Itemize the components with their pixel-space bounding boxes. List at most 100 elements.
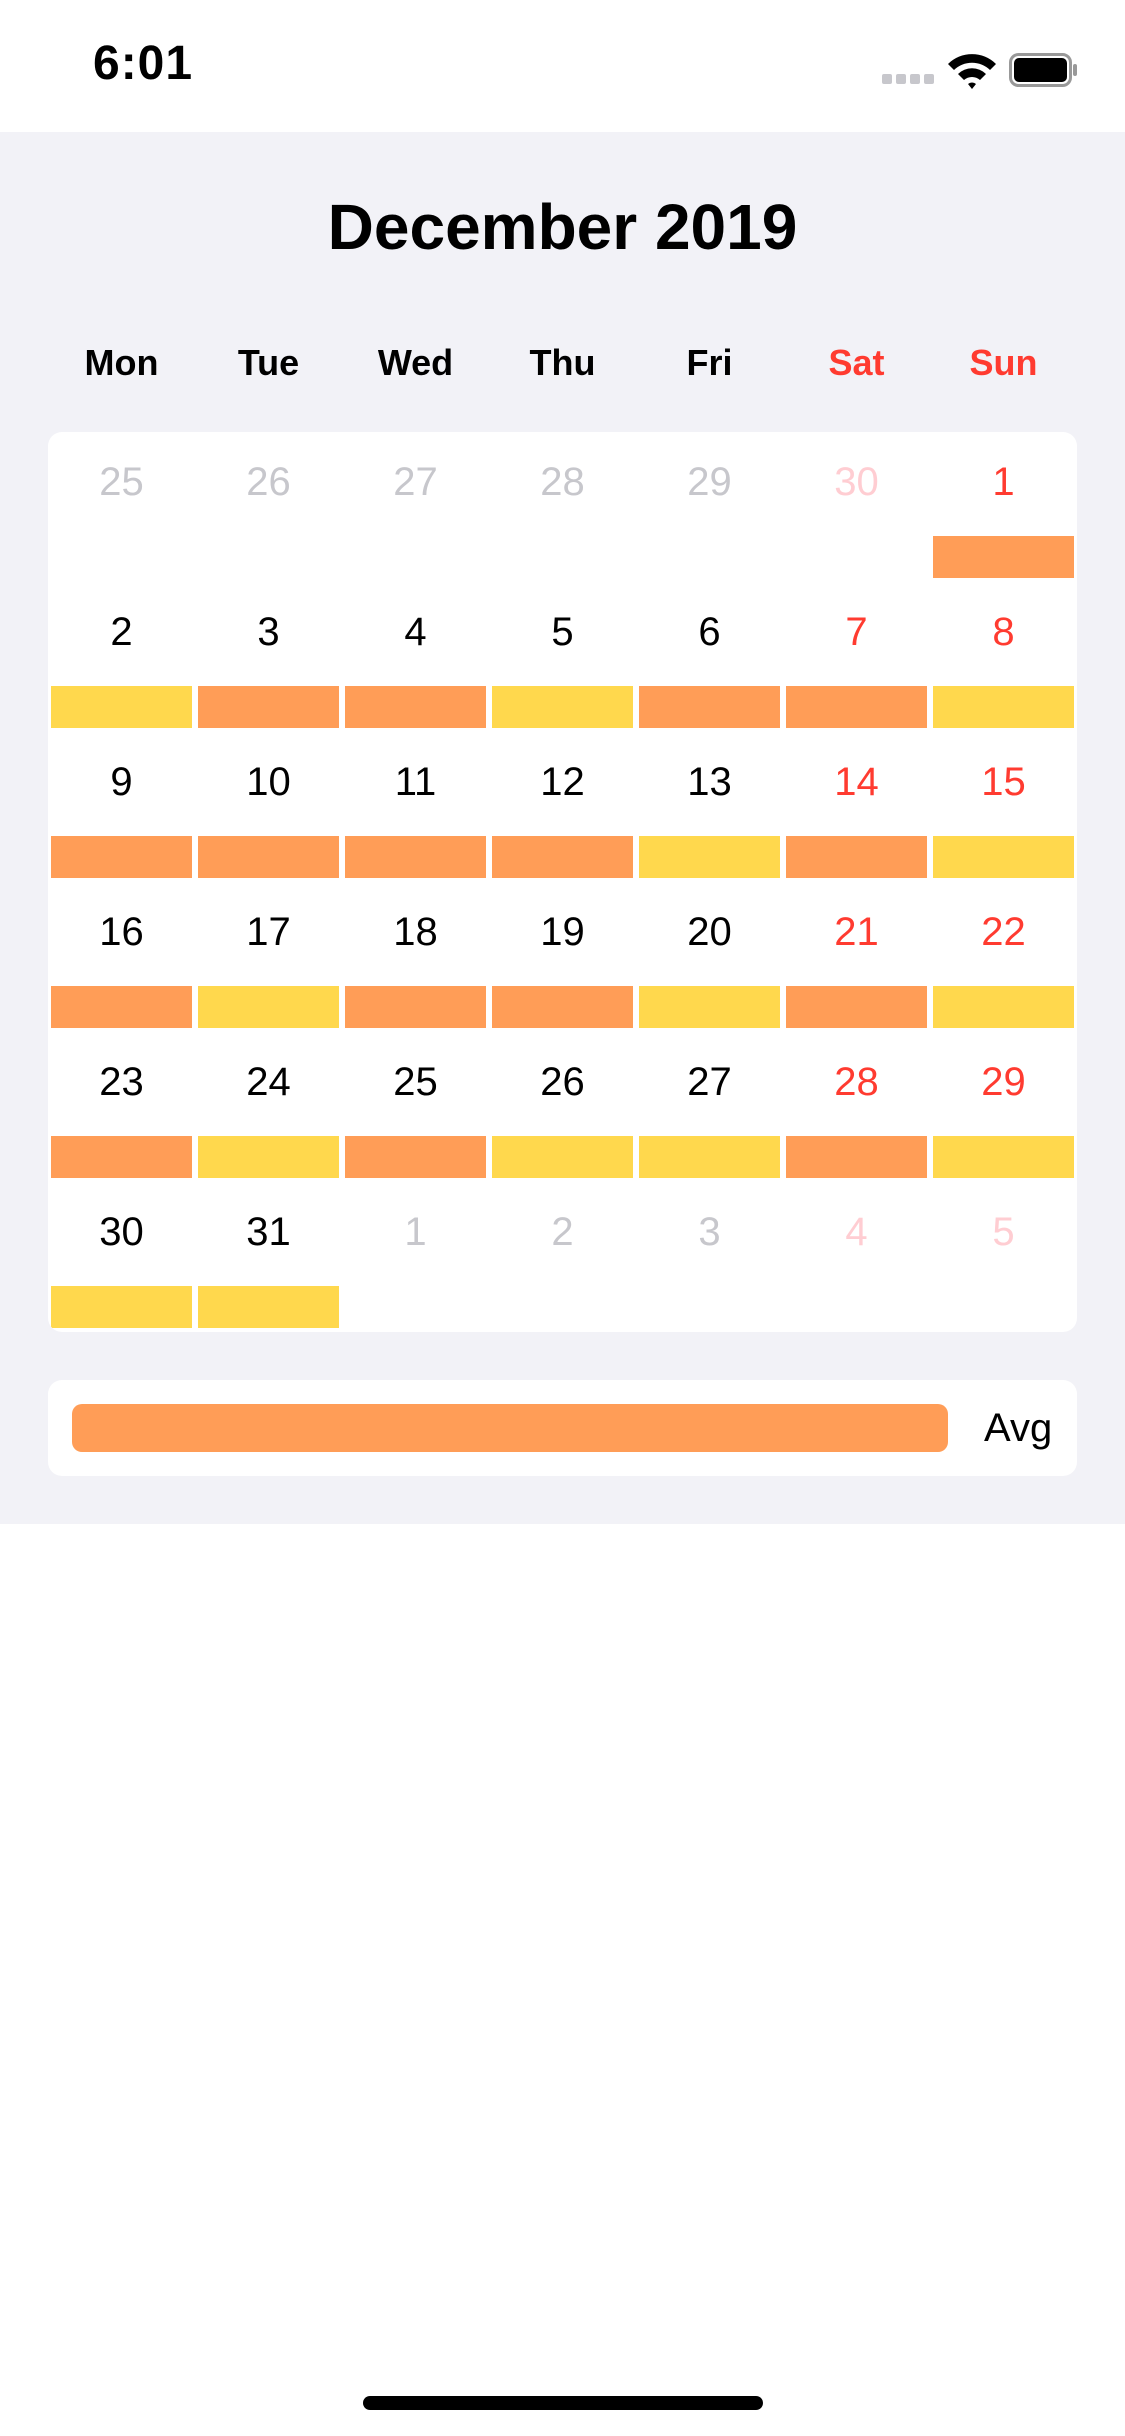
day-level-bar-high <box>345 986 486 1028</box>
day-level-bar-medium <box>933 1136 1074 1178</box>
average-label: Avg <box>984 1406 1053 1450</box>
day-number: 1 <box>404 1210 427 1254</box>
day-number: 13 <box>687 760 732 804</box>
day-cell[interactable]: 28 <box>783 1032 930 1182</box>
calendar-screen: December 2019 Mon Tue Wed Thu Fri Sat Sun 25 26… <box>0 132 1125 1524</box>
day-number: 29 <box>981 1060 1026 1104</box>
day-cell[interactable]: 4 <box>342 582 489 732</box>
day-cell[interactable]: 24 <box>195 1032 342 1182</box>
day-number: 1 <box>992 460 1015 504</box>
average-bar <box>72 1404 948 1452</box>
day-level-bar-high <box>639 686 780 728</box>
day-cell[interactable]: 14 <box>783 732 930 882</box>
day-cell[interactable]: 10 <box>195 732 342 882</box>
day-cell[interactable]: 29 <box>930 1032 1077 1182</box>
outside-month-day-cell: 3 <box>636 1182 783 1332</box>
day-cell[interactable]: 1 <box>930 432 1077 582</box>
day-level-bar-medium <box>933 986 1074 1028</box>
day-cell[interactable]: 15 <box>930 732 1077 882</box>
day-cell[interactable]: 12 <box>489 732 636 882</box>
day-number: 23 <box>99 1060 144 1104</box>
day-number: 16 <box>99 910 144 954</box>
day-number: 9 <box>110 760 133 804</box>
day-level-bar-high <box>345 1136 486 1178</box>
day-cell[interactable]: 13 <box>636 732 783 882</box>
day-level-bar-medium <box>933 836 1074 878</box>
day-cell[interactable]: 6 <box>636 582 783 732</box>
status-time: 6:01 <box>93 37 194 90</box>
outside-month-day-cell: 25 <box>48 432 195 582</box>
day-cell[interactable]: 26 <box>489 1032 636 1182</box>
legend-card: Avg <box>48 1380 1077 1476</box>
day-level-bar-medium <box>639 986 780 1028</box>
day-level-bar-high <box>492 836 633 878</box>
day-cell[interactable]: 2 <box>48 582 195 732</box>
day-number: 14 <box>834 760 879 804</box>
day-number: 4 <box>404 610 427 654</box>
day-cell[interactable]: 21 <box>783 882 930 1032</box>
day-level-bar-high <box>51 1136 192 1178</box>
day-cell[interactable]: 22 <box>930 882 1077 1032</box>
day-number: 7 <box>845 610 868 654</box>
day-number: 20 <box>687 910 732 954</box>
cellular-signal-icon <box>882 74 934 86</box>
day-cell[interactable]: 30 <box>48 1182 195 1332</box>
day-cell[interactable]: 7 <box>783 582 930 732</box>
month-title: December 2019 <box>327 191 798 263</box>
day-cell[interactable]: 9 <box>48 732 195 882</box>
battery-icon <box>1009 53 1077 87</box>
outside-month-day-cell: 1 <box>342 1182 489 1332</box>
day-cell[interactable]: 23 <box>48 1032 195 1182</box>
status-bar: 6:01 <box>0 0 1125 132</box>
day-number: 2 <box>551 1210 574 1254</box>
day-number: 27 <box>687 1060 732 1104</box>
day-number: 18 <box>393 910 438 954</box>
day-number: 28 <box>834 1060 879 1104</box>
day-number: 30 <box>834 460 879 504</box>
day-level-bar-high <box>786 686 927 728</box>
day-number: 25 <box>393 1060 438 1104</box>
day-cell[interactable]: 31 <box>195 1182 342 1332</box>
day-number: 24 <box>246 1060 291 1104</box>
day-number: 8 <box>992 610 1015 654</box>
weekday-label-wed: Wed <box>377 342 454 383</box>
day-cell[interactable]: 17 <box>195 882 342 1032</box>
day-number: 22 <box>981 910 1026 954</box>
day-number: 5 <box>992 1210 1015 1254</box>
day-level-bar-medium <box>492 686 633 728</box>
outside-month-day-cell: 27 <box>342 432 489 582</box>
day-number: 6 <box>698 610 721 654</box>
day-number: 31 <box>246 1210 291 1254</box>
day-number: 26 <box>246 460 291 504</box>
day-cell[interactable]: 20 <box>636 882 783 1032</box>
day-cell[interactable]: 16 <box>48 882 195 1032</box>
day-number: 21 <box>834 910 879 954</box>
home-indicator[interactable] <box>363 2396 763 2410</box>
day-level-bar-high <box>786 986 927 1028</box>
day-level-bar-high <box>51 836 192 878</box>
outside-month-day-cell: 2 <box>489 1182 636 1332</box>
day-level-bar-high <box>492 986 633 1028</box>
day-cell[interactable]: 19 <box>489 882 636 1032</box>
day-level-bar-medium <box>51 686 192 728</box>
day-number: 30 <box>99 1210 144 1254</box>
day-cell[interactable]: 27 <box>636 1032 783 1182</box>
day-level-bar-high <box>786 1136 927 1178</box>
day-cell[interactable]: 8 <box>930 582 1077 732</box>
day-cell[interactable]: 25 <box>342 1032 489 1182</box>
day-number: 17 <box>246 910 291 954</box>
weekday-label-fri: Fri <box>686 342 733 383</box>
outside-month-day-cell: 28 <box>489 432 636 582</box>
day-cell[interactable]: 3 <box>195 582 342 732</box>
day-number: 5 <box>551 610 574 654</box>
day-cell[interactable]: 18 <box>342 882 489 1032</box>
day-number: 11 <box>394 760 437 804</box>
outside-month-day-cell: 26 <box>195 432 342 582</box>
day-cell[interactable]: 5 <box>489 582 636 732</box>
outside-month-day-cell: 4 <box>783 1182 930 1332</box>
day-level-bar-medium <box>933 686 1074 728</box>
weekday-label-tue: Tue <box>237 342 300 383</box>
calendar-grid: 25 26 27 28 29 30 1 2 3 4 5 6 7 8 9 10 11 12 13 14 15 16 17 18 1… <box>48 432 1077 1332</box>
day-number: 10 <box>246 760 291 804</box>
day-cell[interactable]: 11 <box>342 732 489 882</box>
